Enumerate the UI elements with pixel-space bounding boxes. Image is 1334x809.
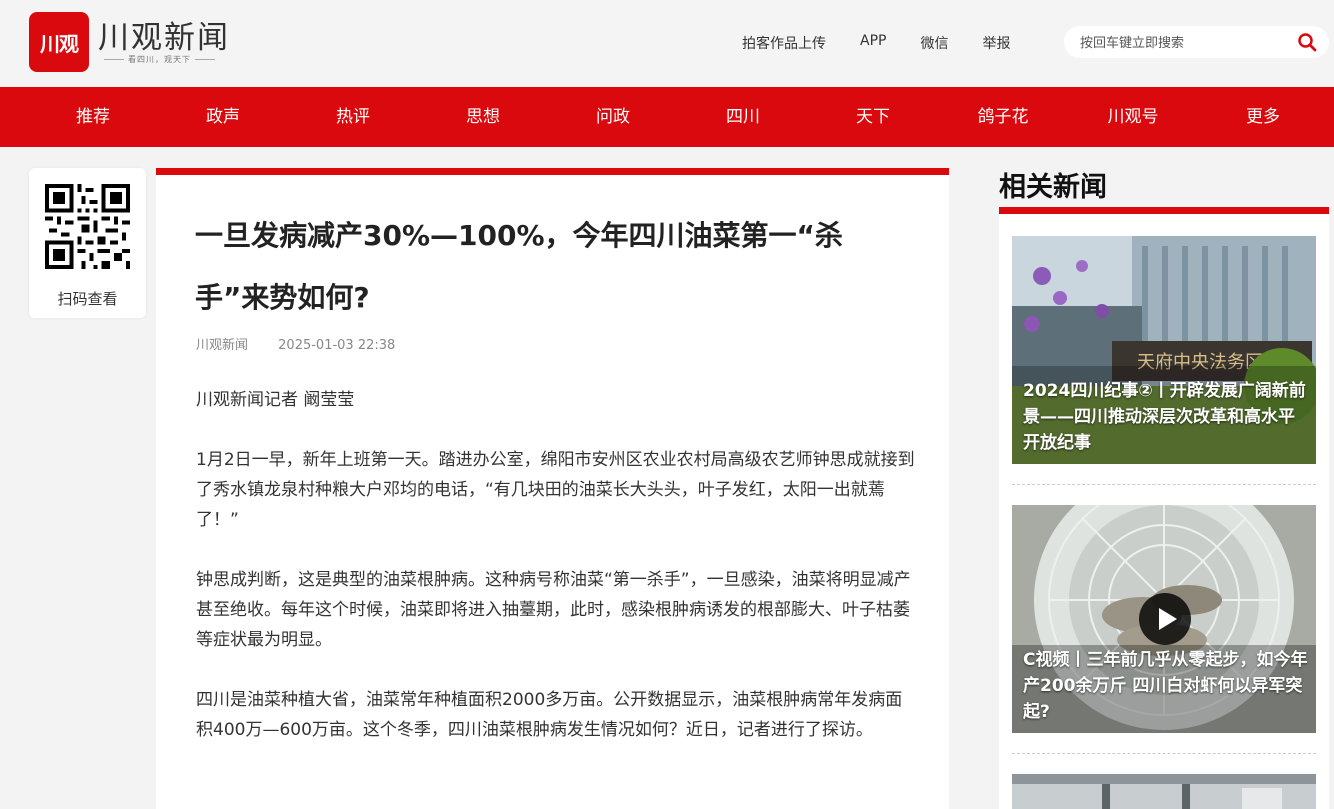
related-news-caption: C视频丨三年前几乎从零起步，如今年产200余万斤 四川白对虾何以异军突起? bbox=[1023, 650, 1308, 722]
qr-label: 扫码查看 bbox=[57, 290, 118, 308]
article-source: 川观新闻 bbox=[196, 338, 249, 353]
article-body: 川观新闻记者 阚莹莹 1月2日一早，新年上班第一天。踏进办公室，绵阳市安州区农业… bbox=[196, 385, 916, 775]
article-byline: 川观新闻记者 阚莹莹 bbox=[196, 390, 355, 410]
app-link[interactable]: APP bbox=[860, 33, 886, 53]
header: 川观 川观新闻 看四川，观天下 拍客作品上传 APP 微信 举报 bbox=[0, 0, 1334, 87]
nav-item-politics[interactable]: 政声 bbox=[158, 87, 288, 147]
nav-item-thought[interactable]: 思想 bbox=[418, 87, 548, 147]
wechat-link[interactable]: 微信 bbox=[920, 33, 948, 53]
related-news-panel: 天府中央法务区 2024四川纪事②丨开辟发展广阔新前景——四川推动深层次改革和高… bbox=[999, 214, 1329, 809]
nav-item-world[interactable]: 天下 bbox=[808, 87, 938, 147]
article-title: 一旦发病减产30%—100%，今年四川油菜第一“杀手”来势如何? bbox=[195, 219, 843, 314]
related-news-title: 相关新闻 bbox=[999, 172, 1107, 203]
nav-item-recommend[interactable]: 推荐 bbox=[28, 87, 158, 147]
nav-item-inquiry[interactable]: 问政 bbox=[548, 87, 678, 147]
article-paragraph: 钟思成判断，这是典型的油菜根肿病。这种病号称油菜“第一杀手”，一旦感染，油菜将明… bbox=[196, 570, 911, 650]
report-link[interactable]: 举报 bbox=[982, 33, 1010, 53]
nav-item-sichuan[interactable]: 四川 bbox=[678, 87, 808, 147]
main-nav: 推荐 政声 热评 思想 问政 四川 天下 鸽子花 川观号 更多 bbox=[0, 87, 1334, 147]
divider bbox=[1012, 484, 1316, 485]
qr-code-icon bbox=[45, 184, 130, 269]
news-image bbox=[1012, 774, 1316, 809]
site-name[interactable]: 川观新闻 bbox=[98, 12, 230, 57]
search-box bbox=[1064, 26, 1329, 58]
article-paragraph: 四川是油菜种植大省，油菜常年种植面积2000多万亩。公开数据显示，油菜根肿病常年… bbox=[196, 690, 903, 740]
nav-item-more[interactable]: 更多 bbox=[1198, 87, 1328, 147]
article-datetime: 2025-01-03 22:38 bbox=[278, 338, 396, 353]
related-news-card[interactable]: 天府中央法务区 2024四川纪事②丨开辟发展广阔新前景——四川推动深层次改革和高… bbox=[1012, 236, 1316, 464]
related-news-card[interactable] bbox=[1012, 774, 1316, 809]
top-links: 拍客作品上传 APP 微信 举报 bbox=[742, 33, 1044, 53]
article: 一旦发病减产30%—100%，今年四川油菜第一“杀手”来势如何? 川观新闻 20… bbox=[156, 168, 949, 809]
related-news-card[interactable]: C视频丨三年前几乎从零起步，如今年产200余万斤 四川白对虾何以异军突起? bbox=[1012, 505, 1316, 733]
upload-link[interactable]: 拍客作品上传 bbox=[742, 33, 826, 53]
search-input[interactable] bbox=[1080, 33, 1290, 51]
site-slogan: 看四川，观天下 bbox=[100, 54, 219, 65]
related-news-caption: 2024四川纪事②丨开辟发展广阔新前景——四川推动深层次改革和高水平开放纪事 bbox=[1023, 381, 1306, 453]
divider bbox=[1012, 753, 1316, 754]
nav-item-gezihua[interactable]: 鸽子花 bbox=[938, 87, 1068, 147]
nav-item-comment[interactable]: 热评 bbox=[288, 87, 418, 147]
logo[interactable]: 川观 bbox=[29, 12, 89, 72]
article-paragraph: 1月2日一早，新年上班第一天。踏进办公室，绵阳市安州区农业农村局高级农艺师钟思成… bbox=[196, 450, 915, 530]
play-icon[interactable] bbox=[1139, 593, 1191, 645]
article-meta: 川观新闻 2025-01-03 22:38 bbox=[196, 334, 421, 353]
related-news-bar bbox=[999, 207, 1329, 214]
qr-card: 扫码查看 bbox=[29, 168, 146, 318]
search-icon[interactable] bbox=[1297, 32, 1317, 52]
nav-item-chuanguanhao[interactable]: 川观号 bbox=[1068, 87, 1198, 147]
